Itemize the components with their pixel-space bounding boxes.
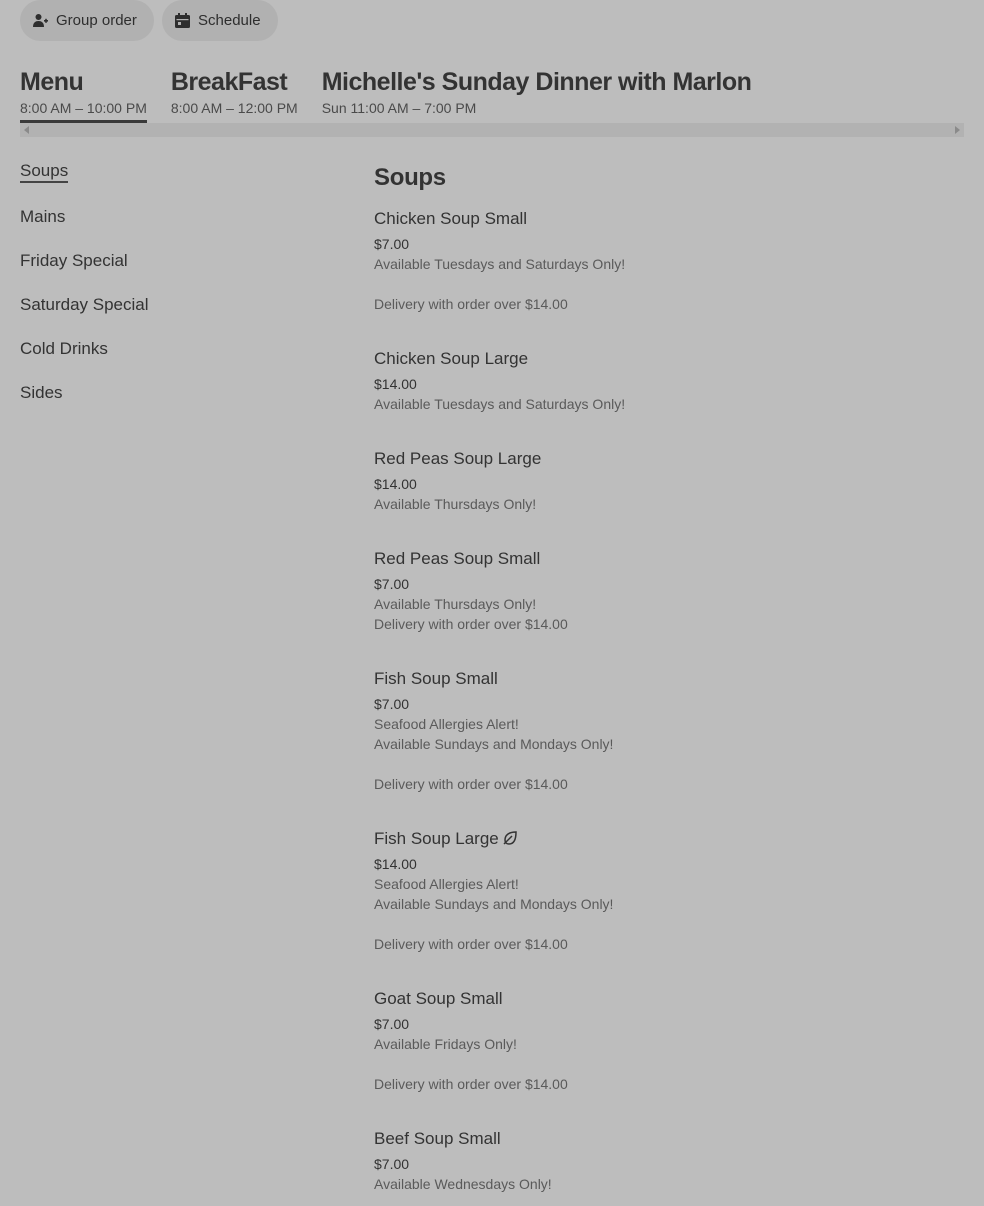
item-name: Red Peas Soup Small	[374, 549, 541, 568]
category-sidebar: Soups Mains Friday Special Saturday Spec…	[20, 160, 149, 426]
group-order-button[interactable]: Group order	[20, 0, 154, 41]
scroll-left-arrow-icon[interactable]	[24, 126, 29, 134]
item-description-line	[374, 754, 613, 774]
menu-item[interactable]: Chicken Soup Large $14.00 Available Tues…	[374, 348, 625, 414]
item-price: $7.00	[374, 576, 410, 592]
sidebar-item-label: Friday Special	[20, 251, 128, 270]
item-price: $14.00	[374, 376, 417, 392]
sidebar-item-label: Soups	[20, 161, 69, 183]
menu-item[interactable]: Fish Soup Large $14.00 Seafood Allergies…	[374, 828, 613, 954]
menu-item[interactable]: Goat Soup Small $7.00 Available Fridays …	[374, 988, 568, 1094]
group-order-label: Group order	[56, 12, 137, 29]
schedule-label: Schedule	[198, 12, 261, 29]
section-title: Soups	[374, 164, 446, 191]
sidebar-item-friday-special[interactable]: Friday Special	[20, 250, 149, 294]
item-description-line: Delivery with order over $14.00	[374, 936, 568, 952]
menu-item[interactable]: Fish Soup Small $7.00 Seafood Allergies …	[374, 668, 613, 794]
leaf-icon	[503, 829, 517, 845]
item-description-line: Available Sundays and Mondays Only!	[374, 736, 614, 752]
tab-title: BreakFast	[170, 68, 288, 96]
item-price: $7.00	[374, 1016, 410, 1032]
item-name: Fish Soup Large	[374, 829, 499, 848]
sidebar-item-saturday-special[interactable]: Saturday Special	[20, 294, 149, 338]
top-actions: Group order Schedule	[20, 0, 278, 41]
item-description-line	[374, 1054, 568, 1074]
item-description-line: Delivery with order over $14.00	[374, 1076, 568, 1092]
sidebar-item-label: Mains	[20, 207, 66, 226]
item-price: $7.00	[374, 1156, 410, 1172]
calendar-icon	[175, 13, 190, 28]
item-name: Fish Soup Small	[374, 669, 498, 688]
item-price: $14.00	[374, 476, 417, 492]
item-price: $7.00	[374, 236, 410, 252]
schedule-button[interactable]: Schedule	[162, 0, 278, 41]
tabs-scrollbar[interactable]	[20, 123, 964, 137]
menu-tabs: Menu 8:00 AM – 10:00 PM BreakFast 8:00 A…	[20, 66, 752, 124]
sidebar-item-mains[interactable]: Mains	[20, 206, 149, 250]
item-name: Chicken Soup Large	[374, 349, 529, 368]
tab-title: Menu	[20, 68, 84, 96]
item-description-line: Available Sundays and Mondays Only!	[374, 896, 614, 912]
add-person-icon	[33, 13, 48, 28]
item-description-line	[374, 274, 625, 294]
item-price: $7.00	[374, 696, 410, 712]
tab-breakfast[interactable]: BreakFast 8:00 AM – 12:00 PM	[171, 66, 298, 124]
item-description-line: Available Wednesdays Only!	[374, 1176, 552, 1192]
item-name: Beef Soup Small	[374, 1129, 501, 1148]
item-description-line: Delivery with order over $14.00	[374, 776, 568, 792]
item-name-row: Fish Soup Large	[374, 828, 613, 850]
item-name: Goat Soup Small	[374, 989, 503, 1008]
sidebar-item-label: Cold Drinks	[20, 339, 108, 358]
sidebar-item-sides[interactable]: Sides	[20, 382, 149, 426]
sidebar-item-cold-drinks[interactable]: Cold Drinks	[20, 338, 149, 382]
item-name: Chicken Soup Small	[374, 209, 528, 228]
sidebar-item-label: Saturday Special	[20, 295, 149, 314]
sidebar-item-soups[interactable]: Soups	[20, 160, 149, 206]
item-description-line: Available Tuesdays and Saturdays Only!	[374, 256, 626, 272]
tab-title: Michelle's Sunday Dinner with Marlon	[321, 68, 752, 96]
item-description-line	[374, 914, 613, 934]
item-description-line: Available Tuesdays and Saturdays Only!	[374, 396, 626, 412]
tab-hours: 8:00 AM – 12:00 PM	[170, 100, 298, 116]
tab-menu[interactable]: Menu 8:00 AM – 10:00 PM	[20, 66, 147, 124]
tab-hours: Sun 11:00 AM – 7:00 PM	[321, 100, 477, 116]
menu-section: Soups Chicken Soup Small $7.00 Available…	[374, 162, 954, 1192]
item-description-line: Available Fridays Only!	[374, 1036, 517, 1052]
store-menu-page: Group order Schedule Menu 8:00 AM – 10:0…	[0, 0, 984, 1206]
item-description-line: Delivery with order over $14.00	[374, 296, 568, 312]
sidebar-item-label: Sides	[20, 383, 63, 402]
menu-item[interactable]: Red Peas Soup Large $14.00 Available Thu…	[374, 448, 541, 514]
item-name: Red Peas Soup Large	[374, 449, 542, 468]
item-price: $14.00	[374, 856, 417, 872]
scroll-right-arrow-icon[interactable]	[955, 126, 960, 134]
item-description-line: Available Thursdays Only!	[374, 496, 537, 512]
menu-item[interactable]: Beef Soup Small $7.00 Available Wednesda…	[374, 1128, 552, 1194]
item-description-line: Seafood Allergies Alert!	[374, 876, 519, 892]
tab-hours: 8:00 AM – 10:00 PM	[20, 100, 147, 116]
item-description-line: Available Thursdays Only!	[374, 596, 537, 612]
menu-item[interactable]: Chicken Soup Small $7.00 Available Tuesd…	[374, 208, 625, 314]
tab-sunday-dinner[interactable]: Michelle's Sunday Dinner with Marlon Sun…	[322, 66, 752, 124]
menu-item[interactable]: Red Peas Soup Small $7.00 Available Thur…	[374, 548, 568, 634]
item-description-line: Delivery with order over $14.00	[374, 616, 568, 632]
item-description-line: Seafood Allergies Alert!	[374, 716, 519, 732]
